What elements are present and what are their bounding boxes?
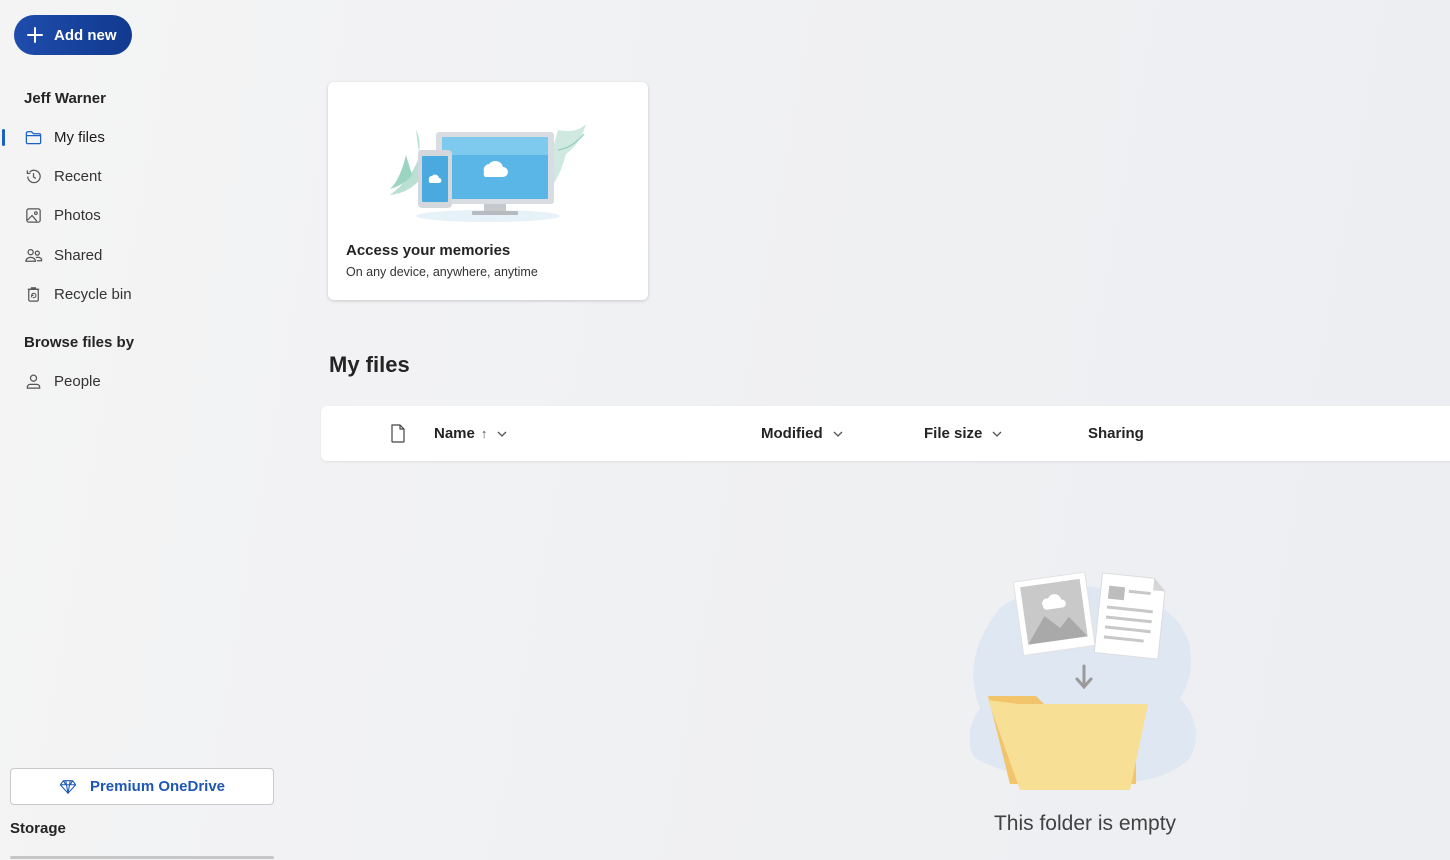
diamond-icon <box>59 779 77 794</box>
card-subtitle: On any device, anywhere, anytime <box>346 265 538 279</box>
folder-icon <box>24 128 43 147</box>
sidebar-item-recent[interactable]: Recent <box>0 159 270 193</box>
sidebar-item-people[interactable]: People <box>0 364 270 398</box>
user-name: Jeff Warner <box>24 90 106 107</box>
sidebar-item-recycle-bin[interactable]: Recycle bin <box>0 277 270 311</box>
column-label: File size <box>924 425 983 442</box>
onedrive-page: Add new Jeff Warner My files Recent Phot… <box>0 0 1450 860</box>
storage-label: Storage <box>10 820 66 837</box>
sidebar-item-label: Recycle bin <box>54 285 132 303</box>
column-label: Modified <box>761 425 823 442</box>
people-icon <box>24 246 43 265</box>
empty-state-message: This folder is empty <box>993 812 1177 835</box>
sidebar-item-my-files[interactable]: My files <box>0 120 270 154</box>
file-type-icon[interactable] <box>390 424 406 443</box>
premium-onedrive-button[interactable]: Premium OneDrive <box>10 768 274 805</box>
column-label: Sharing <box>1088 425 1144 442</box>
history-icon <box>24 167 43 186</box>
column-header-name[interactable]: Name ↑ <box>434 406 508 461</box>
sidebar-item-label: People <box>54 372 101 390</box>
column-header-file-size[interactable]: File size <box>924 406 1003 461</box>
column-header-sharing[interactable]: Sharing <box>1088 406 1144 461</box>
sidebar-item-label: Shared <box>54 246 103 264</box>
access-memories-card[interactable]: Access your memories On any device, anyw… <box>328 82 648 300</box>
sidebar-item-label: My files <box>54 128 105 146</box>
devices-illustration <box>390 124 586 222</box>
column-header-modified[interactable]: Modified <box>761 406 844 461</box>
empty-folder-illustration <box>970 571 1196 790</box>
recycle-bin-icon <box>24 285 43 304</box>
sidebar-item-photos[interactable]: Photos <box>0 198 270 232</box>
card-title: Access your memories <box>346 242 511 259</box>
chevron-down-icon <box>992 431 1002 437</box>
premium-label: Premium OneDrive <box>89 778 226 795</box>
sidebar-item-label: Recent <box>54 167 102 185</box>
column-label: Name <box>434 425 475 442</box>
plus-icon <box>26 26 44 44</box>
sidebar: Add new Jeff Warner My files Recent Phot… <box>0 0 290 860</box>
add-new-label: Add new <box>54 26 117 44</box>
image-icon <box>24 206 43 225</box>
chevron-down-icon <box>497 431 507 437</box>
sidebar-item-shared[interactable]: Shared <box>0 238 270 272</box>
chevron-down-icon <box>833 431 843 437</box>
person-icon <box>24 372 43 391</box>
sidebar-item-label: Photos <box>54 206 101 224</box>
browse-files-heading: Browse files by <box>24 334 135 351</box>
sort-ascending-icon: ↑ <box>480 426 488 441</box>
page-title: My files <box>329 352 410 377</box>
storage-bar <box>10 856 274 859</box>
add-new-button[interactable]: Add new <box>14 15 132 55</box>
file-list-header: Name ↑ Modified File size Sharing <box>321 406 1450 461</box>
